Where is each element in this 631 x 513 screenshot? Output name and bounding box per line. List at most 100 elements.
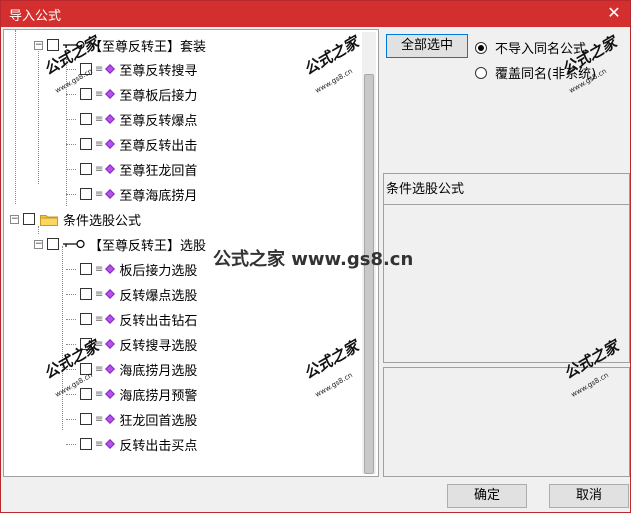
tree-row[interactable]: ≡ 至尊板后接力 [66, 83, 197, 105]
diamond-icon [105, 64, 116, 74]
row-checkbox[interactable] [80, 413, 92, 425]
tree-row[interactable]: ≡ 海底捞月选股 [66, 358, 197, 380]
formula-info-panel: 条件选股公式 [383, 173, 630, 363]
tree-row-label: 海底捞月选股 [119, 363, 198, 379]
formula-type-icon: ≡ [95, 363, 104, 375]
tree-connector [66, 93, 76, 95]
radio-overwrite-label: 覆盖同名(非系统) [495, 67, 597, 82]
tree-row[interactable]: ≡ 板后接力选股 [66, 258, 197, 280]
radio-overwrite-same-name[interactable]: 覆盖同名(非系统) [475, 63, 596, 82]
title-bar: 导入公式 ✕ [1, 1, 630, 27]
row-checkbox[interactable] [80, 163, 92, 175]
row-checkbox[interactable] [80, 113, 92, 125]
row-checkbox[interactable] [47, 238, 59, 250]
tree-row[interactable]: ≡ 狂龙回首选股 [66, 408, 197, 430]
formula-type-icon: ≡ [95, 413, 104, 425]
select-all-button[interactable]: 全部选中 [386, 34, 468, 58]
diamond-icon [105, 389, 116, 399]
formula-description-panel [383, 367, 630, 477]
tree-row[interactable]: − 条件选股公式 [10, 208, 141, 230]
tree-row[interactable]: ≡ 至尊反转爆点 [66, 108, 197, 130]
collapse-toggle[interactable]: − [34, 40, 43, 50]
tree-connector [66, 443, 76, 445]
tree-row[interactable]: − 【至尊反转王】选股 [34, 233, 206, 255]
tree-connector [66, 168, 76, 170]
formula-type-icon: ≡ [95, 63, 104, 75]
formula-type-icon: ≡ [95, 138, 104, 150]
tree-connector [66, 268, 76, 270]
tree-row[interactable]: − 【至尊反转王】套装 [34, 34, 206, 56]
row-checkbox[interactable] [80, 88, 92, 100]
tree-row[interactable]: ≡ 至尊反转搜寻 [66, 58, 197, 80]
tree-row[interactable]: ≡ 至尊反转出击 [66, 133, 197, 155]
diamond-icon [105, 139, 116, 149]
diamond-icon [105, 289, 116, 299]
tree-row-label: 至尊狂龙回首 [119, 163, 198, 179]
formula-info-label: 条件选股公式 [386, 182, 465, 197]
collapse-toggle[interactable]: − [10, 214, 19, 224]
tree-row[interactable]: ≡ 海底捞月预警 [66, 383, 197, 405]
row-checkbox[interactable] [80, 288, 92, 300]
row-checkbox[interactable] [80, 338, 92, 350]
collapse-toggle[interactable]: − [34, 239, 43, 249]
row-checkbox[interactable] [80, 388, 92, 400]
tree-guide-line [38, 46, 39, 184]
tree-row[interactable]: ≡ 反转爆点选股 [66, 283, 197, 305]
diamond-icon [105, 314, 116, 324]
tree-connector [66, 418, 76, 420]
ok-button[interactable]: 确定 [447, 484, 527, 508]
cancel-button[interactable]: 取消 [549, 484, 629, 508]
scrollbar-thumb[interactable] [364, 74, 374, 474]
diamond-icon [105, 364, 116, 374]
diamond-icon [105, 164, 116, 174]
tree-row-label: 反转出击钻石 [119, 313, 198, 329]
tree-row[interactable]: ≡ 反转出击买点 [66, 433, 197, 455]
formula-type-icon: ≡ [95, 338, 104, 350]
formula-type-icon: ≡ [95, 113, 104, 125]
row-checkbox[interactable] [23, 213, 35, 225]
tree-row[interactable]: ≡ 反转搜寻选股 [66, 333, 197, 355]
folder-icon [40, 214, 58, 226]
tree-row-label: 至尊反转出击 [119, 138, 198, 154]
diamond-icon [105, 439, 116, 449]
formula-type-icon: ≡ [95, 163, 104, 175]
row-checkbox[interactable] [80, 263, 92, 275]
tree-row-label: 【至尊反转王】选股 [89, 238, 207, 254]
row-checkbox[interactable] [80, 138, 92, 150]
radio-skip-same-name[interactable]: 不导入同名公式 [475, 38, 586, 57]
formula-tree[interactable]: − 【至尊反转王】套装 ≡ 至尊反转搜寻 ≡ 至尊板后接力 ≡ 至尊反转爆点 ≡ 至尊反转出击 ≡ 至… [3, 29, 379, 477]
tree-row[interactable]: ≡ 至尊海底捞月 [66, 183, 197, 205]
tree-connector [66, 343, 76, 345]
tree-connector [66, 68, 76, 70]
formula-type-icon: ≡ [95, 438, 104, 450]
tree-row[interactable]: ≡ 反转出击钻石 [66, 308, 197, 330]
tree-row-label: 至尊海底捞月 [119, 188, 198, 204]
key-icon [63, 239, 85, 249]
radio-overwrite-indicator[interactable] [475, 66, 487, 79]
panel-divider [384, 204, 629, 205]
tree-row-label: 反转爆点选股 [119, 288, 198, 304]
diamond-icon [105, 339, 116, 349]
row-checkbox[interactable] [80, 363, 92, 375]
tree-guide-line [15, 30, 16, 204]
row-checkbox[interactable] [80, 438, 92, 450]
tree-row-label: 至尊反转搜寻 [119, 63, 198, 79]
import-formula-dialog: 导入公式 ✕ − 【至尊反转王】套装 ≡ 至尊反转搜寻 ≡ 至尊板后接力 ≡ 至尊反转爆点 ≡ 至… [0, 0, 631, 513]
radio-skip-label: 不导入同名公式 [495, 42, 587, 57]
key-icon [63, 40, 85, 50]
close-icon[interactable]: ✕ [604, 3, 624, 23]
tree-connector [66, 368, 76, 370]
tree-connector [66, 318, 76, 320]
formula-type-icon: ≡ [95, 388, 104, 400]
tree-connector [66, 293, 76, 295]
tree-row[interactable]: ≡ 至尊狂龙回首 [66, 158, 197, 180]
row-checkbox[interactable] [80, 313, 92, 325]
diamond-icon [105, 114, 116, 124]
formula-type-icon: ≡ [95, 313, 104, 325]
tree-row-label: 反转搜寻选股 [119, 338, 198, 354]
tree-row-label: 【至尊反转王】套装 [89, 39, 207, 55]
row-checkbox[interactable] [47, 39, 59, 51]
radio-skip-indicator[interactable] [475, 41, 487, 54]
row-checkbox[interactable] [80, 63, 92, 75]
row-checkbox[interactable] [80, 188, 92, 200]
